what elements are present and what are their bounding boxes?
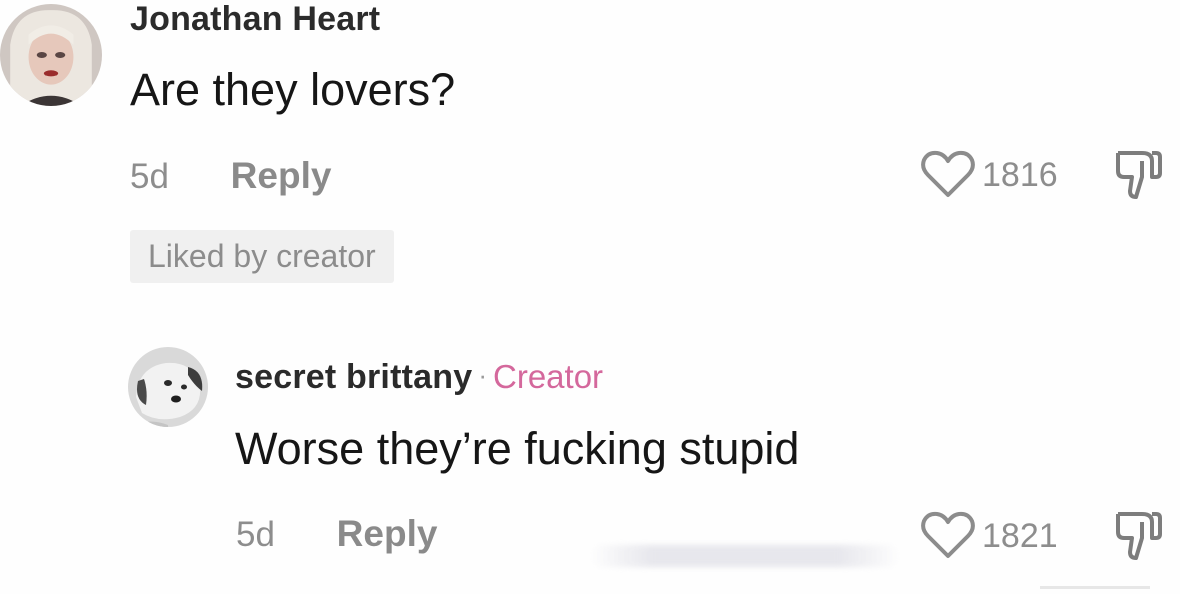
thumbs-down-icon[interactable] <box>1112 508 1164 564</box>
reply-button[interactable]: Reply <box>231 155 332 196</box>
comment-text: Are they lovers? <box>130 64 456 115</box>
comment-meta: 5d Reply <box>130 155 331 197</box>
like-count: 1821 <box>982 516 1058 555</box>
creator-badge: Creator <box>493 358 604 395</box>
reply-header: secret brittany · Creator <box>235 358 603 397</box>
reply-text: Worse they’re fucking stupid <box>235 423 800 474</box>
reply-button[interactable]: Reply <box>337 513 438 554</box>
dog-avatar[interactable] <box>128 347 208 427</box>
heart-outline-icon[interactable] <box>920 511 976 561</box>
avatar-image <box>0 4 102 106</box>
comment-like-group: 1816 <box>920 150 1058 200</box>
separator-dot: · <box>478 360 487 390</box>
reply-like-group: 1821 <box>920 511 1058 561</box>
comment-thread: Jonathan Heart Are they lovers? 5d Reply… <box>0 0 1180 594</box>
divider <box>1040 586 1150 589</box>
like-count: 1816 <box>982 155 1058 194</box>
thumbs-down-icon[interactable] <box>1112 147 1164 203</box>
liked-by-creator-badge: Liked by creator <box>130 230 394 283</box>
reply-username[interactable]: secret brittany <box>235 358 472 396</box>
comment-time: 5d <box>130 157 169 196</box>
watermark <box>590 545 900 567</box>
user-avatar[interactable] <box>0 4 102 106</box>
reply-meta: 5d Reply <box>236 513 437 555</box>
reply-time: 5d <box>236 515 275 554</box>
comment-username[interactable]: Jonathan Heart <box>130 0 380 39</box>
heart-outline-icon[interactable] <box>920 150 976 200</box>
avatar-image <box>128 347 208 427</box>
